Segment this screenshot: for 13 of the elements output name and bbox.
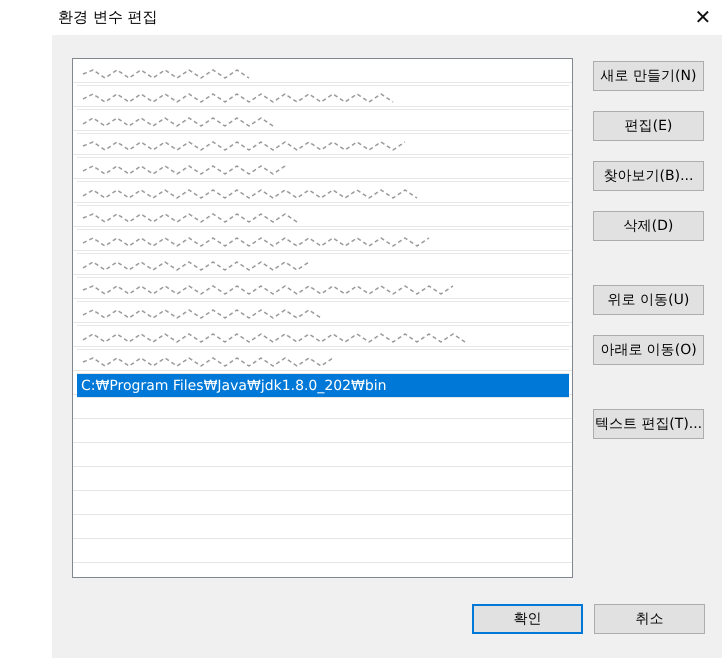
dialog-button[interactable]: 새로 만들기(N) (593, 61, 704, 91)
dialog-button[interactable]: 삭제(D) (593, 211, 704, 241)
path-text: C:₩Program Files₩Java₩jdk1.8.0_202₩bin (81, 378, 387, 394)
dialog-button[interactable]: 위로 이동(U) (593, 285, 704, 315)
dialog-button[interactable]: 찾아보기(B)... (593, 161, 704, 191)
dialog-button[interactable]: 텍스트 편집(T)... (593, 409, 704, 439)
window-title: 환경 변수 편집 (58, 8, 158, 27)
dialog-button[interactable]: 아래로 이동(O) (593, 335, 704, 365)
path-row[interactable]: C:₩Program Files₩Java₩jdk1.8.0_202₩bin (77, 374, 569, 398)
close-button[interactable]: ✕ (684, 0, 722, 34)
ok-button[interactable]: 확인 (472, 604, 583, 634)
dialog-button[interactable]: 편집(E) (593, 111, 704, 141)
cancel-button[interactable]: 취소 (594, 604, 705, 634)
